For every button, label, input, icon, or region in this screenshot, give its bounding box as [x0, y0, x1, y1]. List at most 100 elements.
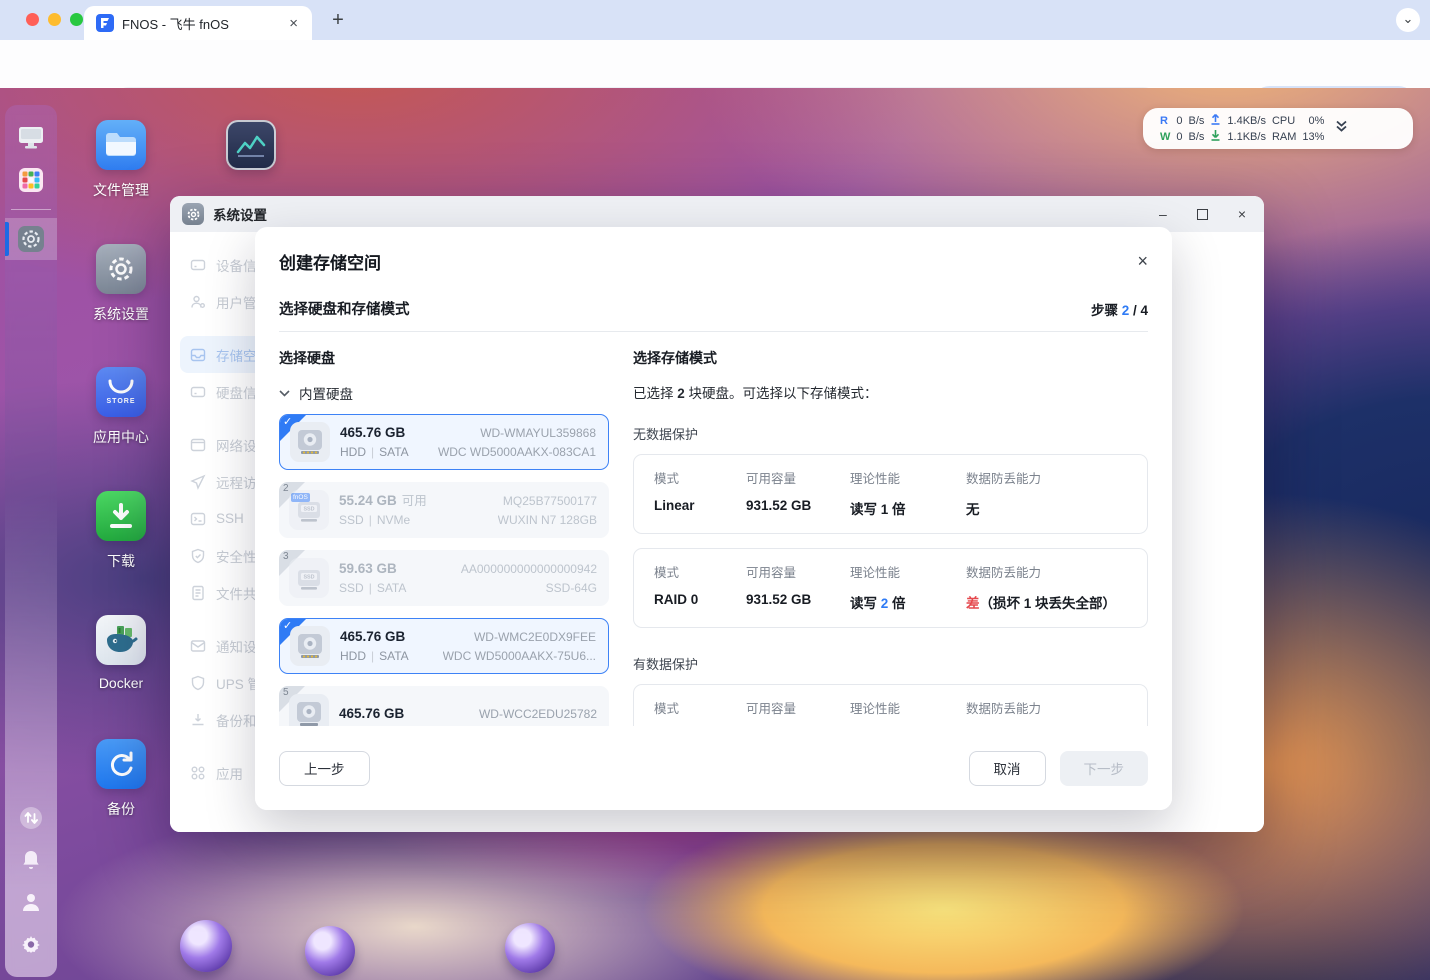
disk-column: 选择硬盘 内置硬盘 ✓ 465.76 GB	[279, 348, 609, 726]
screen: FNOS - 飞牛 fnOS × + ⌄ ← → ⟳ ⚠ 不安全 192.168…	[0, 0, 1430, 980]
window-close-button[interactable]: ×	[1238, 206, 1246, 222]
transfer-tasks-icon[interactable]	[16, 803, 46, 833]
disk-item-4[interactable]: ✓ 465.76 GBWD-WMC2E0DX9FEE HDD|SATAWDC W…	[279, 618, 609, 674]
desktop-icon-backup[interactable]: 备份	[66, 739, 176, 819]
internal-disk-group-toggle[interactable]: 内置硬盘	[279, 383, 609, 403]
widget-collapse-icon[interactable]	[1335, 119, 1348, 138]
browser-tab[interactable]: FNOS - 飞牛 fnOS ×	[84, 6, 312, 40]
macos-traffic-lights	[26, 13, 83, 26]
internal-disk-group-label: 内置硬盘	[299, 383, 353, 403]
modal-title: 创建存储空间	[279, 249, 381, 274]
desktop-show-icon[interactable]	[16, 123, 46, 153]
disk-item-3: 3 SSD 59.63 GBAA000000000000000942 SSD|S…	[279, 550, 609, 606]
selected-disk-count: 2	[677, 386, 685, 401]
tab-close-icon[interactable]: ×	[285, 15, 302, 32]
wallpaper-sphere	[180, 920, 232, 972]
fullscreen-window-button[interactable]	[70, 13, 83, 26]
tab-title: FNOS - 飞牛 fnOS	[122, 14, 285, 33]
modal-footer: 上一步 取消 下一步	[255, 726, 1172, 810]
svg-text:SSD: SSD	[303, 575, 314, 581]
desktop-icon-label: 文件管理	[66, 180, 176, 200]
disk-type: SSD	[339, 581, 364, 595]
read-label: R	[1157, 113, 1173, 129]
store-badge-text: STORE	[107, 398, 136, 405]
write-value: 0	[1173, 129, 1185, 145]
cancel-button[interactable]: 取消	[969, 751, 1046, 786]
mode-header: 数据防丢能力	[966, 698, 1127, 717]
disk-capacity: 465.76 GB	[339, 704, 404, 723]
file-manager-icon	[96, 120, 146, 170]
mode-header: 可用容量	[746, 562, 850, 581]
new-tab-button[interactable]: +	[326, 9, 350, 33]
ssd-icon: SSD	[289, 558, 329, 598]
mode-header: 理论性能	[850, 562, 966, 581]
write-unit: B/s	[1186, 129, 1208, 145]
disk-serial: MQ25B77500177	[503, 492, 597, 511]
app-launcher-icon[interactable]	[16, 165, 46, 195]
mode-card-linear[interactable]: 模式 可用容量 理论性能 数据防丢能力 Linear 931.52 GB 读写 …	[633, 454, 1148, 534]
download-arrow-icon	[1207, 129, 1224, 145]
desktop-icon-download[interactable]: 下载	[66, 491, 176, 571]
disk-number: 5	[283, 687, 289, 698]
close-window-button[interactable]	[26, 13, 39, 26]
browser-toolbar: ← → ⟳ ⚠ 不安全 192.168.9.196:5666 ☆ 有新版 Chr…	[0, 40, 1430, 88]
desktop-icon-app-center[interactable]: STORE 应用中心	[66, 367, 176, 447]
disk-serial: AA000000000000000942	[461, 560, 597, 579]
disk-model: SSD-64G	[546, 579, 597, 598]
mode-loss-protection: 无	[966, 498, 1127, 518]
mode-loss-protection: 差（损坏 1 块丢失全部）	[966, 592, 1127, 612]
desktop-icon-label: 系统设置	[66, 304, 176, 324]
modal-close-icon[interactable]: ×	[1137, 251, 1148, 272]
disk-capacity: 465.76 GB	[340, 423, 405, 442]
dock-bottom-group	[16, 797, 46, 965]
protection-section-label: 有数据保护	[633, 654, 1148, 673]
read-value: 0	[1173, 113, 1185, 129]
next-step-button[interactable]: 下一步	[1060, 751, 1149, 786]
desktop-icon-label: 下载	[66, 551, 176, 571]
hdd-icon	[290, 626, 330, 666]
disk-bus: SATA	[379, 445, 409, 459]
window-maximize-button[interactable]	[1197, 209, 1208, 220]
disk-bus: SATA	[379, 649, 409, 663]
system-settings-icon	[96, 244, 146, 294]
minimize-window-button[interactable]	[48, 13, 61, 26]
desktop-icon-docker[interactable]: Docker	[66, 615, 176, 691]
mode-card-raid1[interactable]: 模式 可用容量 理论性能 数据防丢能力 RAID 1 465.76 GB 读写 …	[633, 684, 1148, 726]
modal-subtitle: 选择硬盘和存储模式	[279, 298, 410, 319]
desktop-icon-label: 备份	[66, 799, 176, 819]
mode-performance: 读写 2 倍	[850, 592, 966, 612]
notifications-bell-icon[interactable]	[16, 845, 46, 875]
mode-performance: 读写 1 倍	[850, 498, 966, 518]
disk-capacity: 465.76 GB	[340, 627, 405, 646]
desktop-icon-label: Docker	[66, 675, 176, 691]
disk-item-5[interactable]: 5 465.76 GB WD-WCC2EDU25782	[279, 686, 609, 726]
sidebar-label: 应用	[216, 763, 243, 783]
system-monitor-widget[interactable]: R 0 B/s 1.4KB/s CPU 0% W 0 B/s 1.1KB/s R…	[1143, 108, 1413, 149]
disk-number: 2	[283, 483, 289, 494]
mode-header: 模式	[654, 698, 746, 717]
disk-capacity: 59.63 GB	[339, 559, 397, 578]
tab-search-button[interactable]: ⌄	[1396, 8, 1420, 32]
desktop-icon-file-manager[interactable]: 文件管理	[66, 120, 176, 200]
disk-serial: WD-WCC2EDU25782	[479, 705, 597, 724]
disk-type: SSD	[339, 513, 364, 527]
desktop-icon-resource-monitor[interactable]	[196, 120, 306, 170]
read-unit: B/s	[1186, 113, 1208, 129]
wallpaper-sphere	[505, 923, 555, 973]
mode-card-raid0[interactable]: 模式 可用容量 理论性能 数据防丢能力 RAID 0 931.52 GB 读写 …	[633, 548, 1148, 628]
cpu-value: 0%	[1299, 113, 1327, 129]
backup-sync-icon	[96, 739, 146, 789]
dock-item-system-settings[interactable]	[5, 218, 57, 260]
dock-settings-gear-icon[interactable]	[16, 929, 46, 959]
disk-serial: WD-WMAYUL359868	[480, 424, 596, 443]
window-minimize-button[interactable]: –	[1159, 206, 1167, 222]
download-icon	[96, 491, 146, 541]
user-icon[interactable]	[16, 887, 46, 917]
previous-step-button[interactable]: 上一步	[279, 751, 370, 786]
disk-model: WDC WD5000AAKX-083CA1	[438, 443, 596, 462]
disk-type: HDD	[340, 649, 366, 663]
hdd-icon	[290, 422, 330, 462]
desktop-icon-system-settings[interactable]: 系统设置	[66, 244, 176, 324]
cpu-label: CPU	[1269, 113, 1299, 129]
disk-item-1[interactable]: ✓ 465.76 GBWD-WMAYUL359868 HDD|SATAWDC W…	[279, 414, 609, 470]
